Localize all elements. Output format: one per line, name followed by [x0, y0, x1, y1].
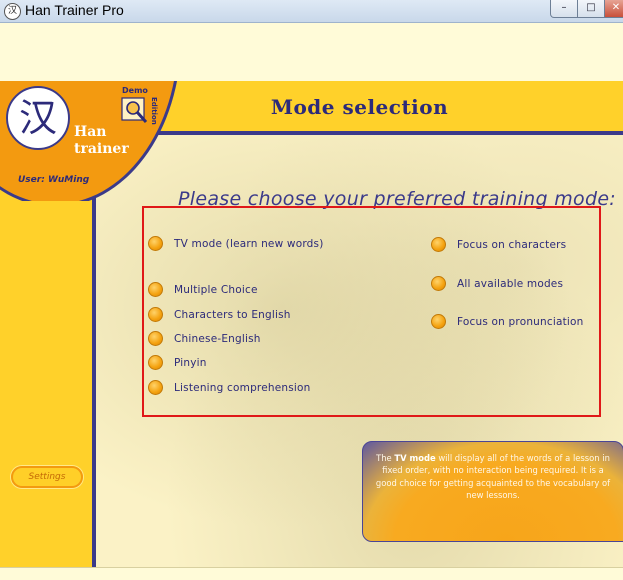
- option-label: Listening comprehension: [174, 381, 311, 394]
- option-focus-on-pronunciation[interactable]: Focus on pronunciation: [431, 314, 584, 329]
- option-label: Multiple Choice: [174, 283, 258, 296]
- option-listening-comprehension[interactable]: Listening comprehension: [148, 380, 311, 395]
- status-bar: [0, 567, 623, 580]
- mode-description-panel: The TV mode will display all of the word…: [362, 441, 623, 542]
- window-title: Han Trainer Pro: [25, 2, 124, 18]
- radio-icon[interactable]: [431, 237, 446, 252]
- option-pinyin[interactable]: Pinyin: [148, 355, 207, 370]
- mode-description-text: The TV mode will display all of the word…: [375, 453, 611, 501]
- settings-button[interactable]: Settings: [11, 466, 83, 488]
- option-focus-on-characters[interactable]: Focus on characters: [431, 237, 566, 252]
- option-label: Pinyin: [174, 356, 207, 369]
- radio-icon[interactable]: [148, 282, 163, 297]
- radio-icon[interactable]: [148, 331, 163, 346]
- radio-icon[interactable]: [148, 355, 163, 370]
- window-titlebar: 汉 Han Trainer Pro – □ ✕: [0, 0, 623, 23]
- option-tv-mode[interactable]: TV mode (learn new words): [148, 236, 324, 251]
- option-label: Focus on characters: [457, 238, 567, 251]
- option-all-available-modes[interactable]: All available modes: [431, 276, 563, 291]
- option-label: All available modes: [457, 277, 564, 290]
- option-label: Characters to English: [174, 308, 291, 321]
- minimize-button[interactable]: –: [550, 0, 578, 18]
- logo-clip: [0, 81, 180, 201]
- option-multiple-choice[interactable]: Multiple Choice: [148, 282, 258, 297]
- option-label: Chinese-English: [174, 332, 261, 345]
- top-band: [0, 23, 623, 81]
- option-label: TV mode (learn new words): [174, 237, 324, 250]
- app-icon: 汉: [4, 3, 21, 20]
- maximize-button[interactable]: □: [577, 0, 605, 18]
- radio-icon[interactable]: [148, 380, 163, 395]
- close-button[interactable]: ✕: [604, 0, 623, 18]
- option-characters-to-english[interactable]: Characters to English: [148, 307, 291, 322]
- radio-icon[interactable]: [148, 307, 163, 322]
- logo-circle: [0, 81, 180, 201]
- mode-description-highlight: TV mode: [394, 453, 436, 463]
- option-label: Focus on pronunciation: [457, 315, 584, 328]
- option-chinese-english[interactable]: Chinese-English: [148, 331, 261, 346]
- radio-icon[interactable]: [148, 236, 163, 251]
- radio-icon[interactable]: [431, 314, 446, 329]
- radio-icon[interactable]: [431, 276, 446, 291]
